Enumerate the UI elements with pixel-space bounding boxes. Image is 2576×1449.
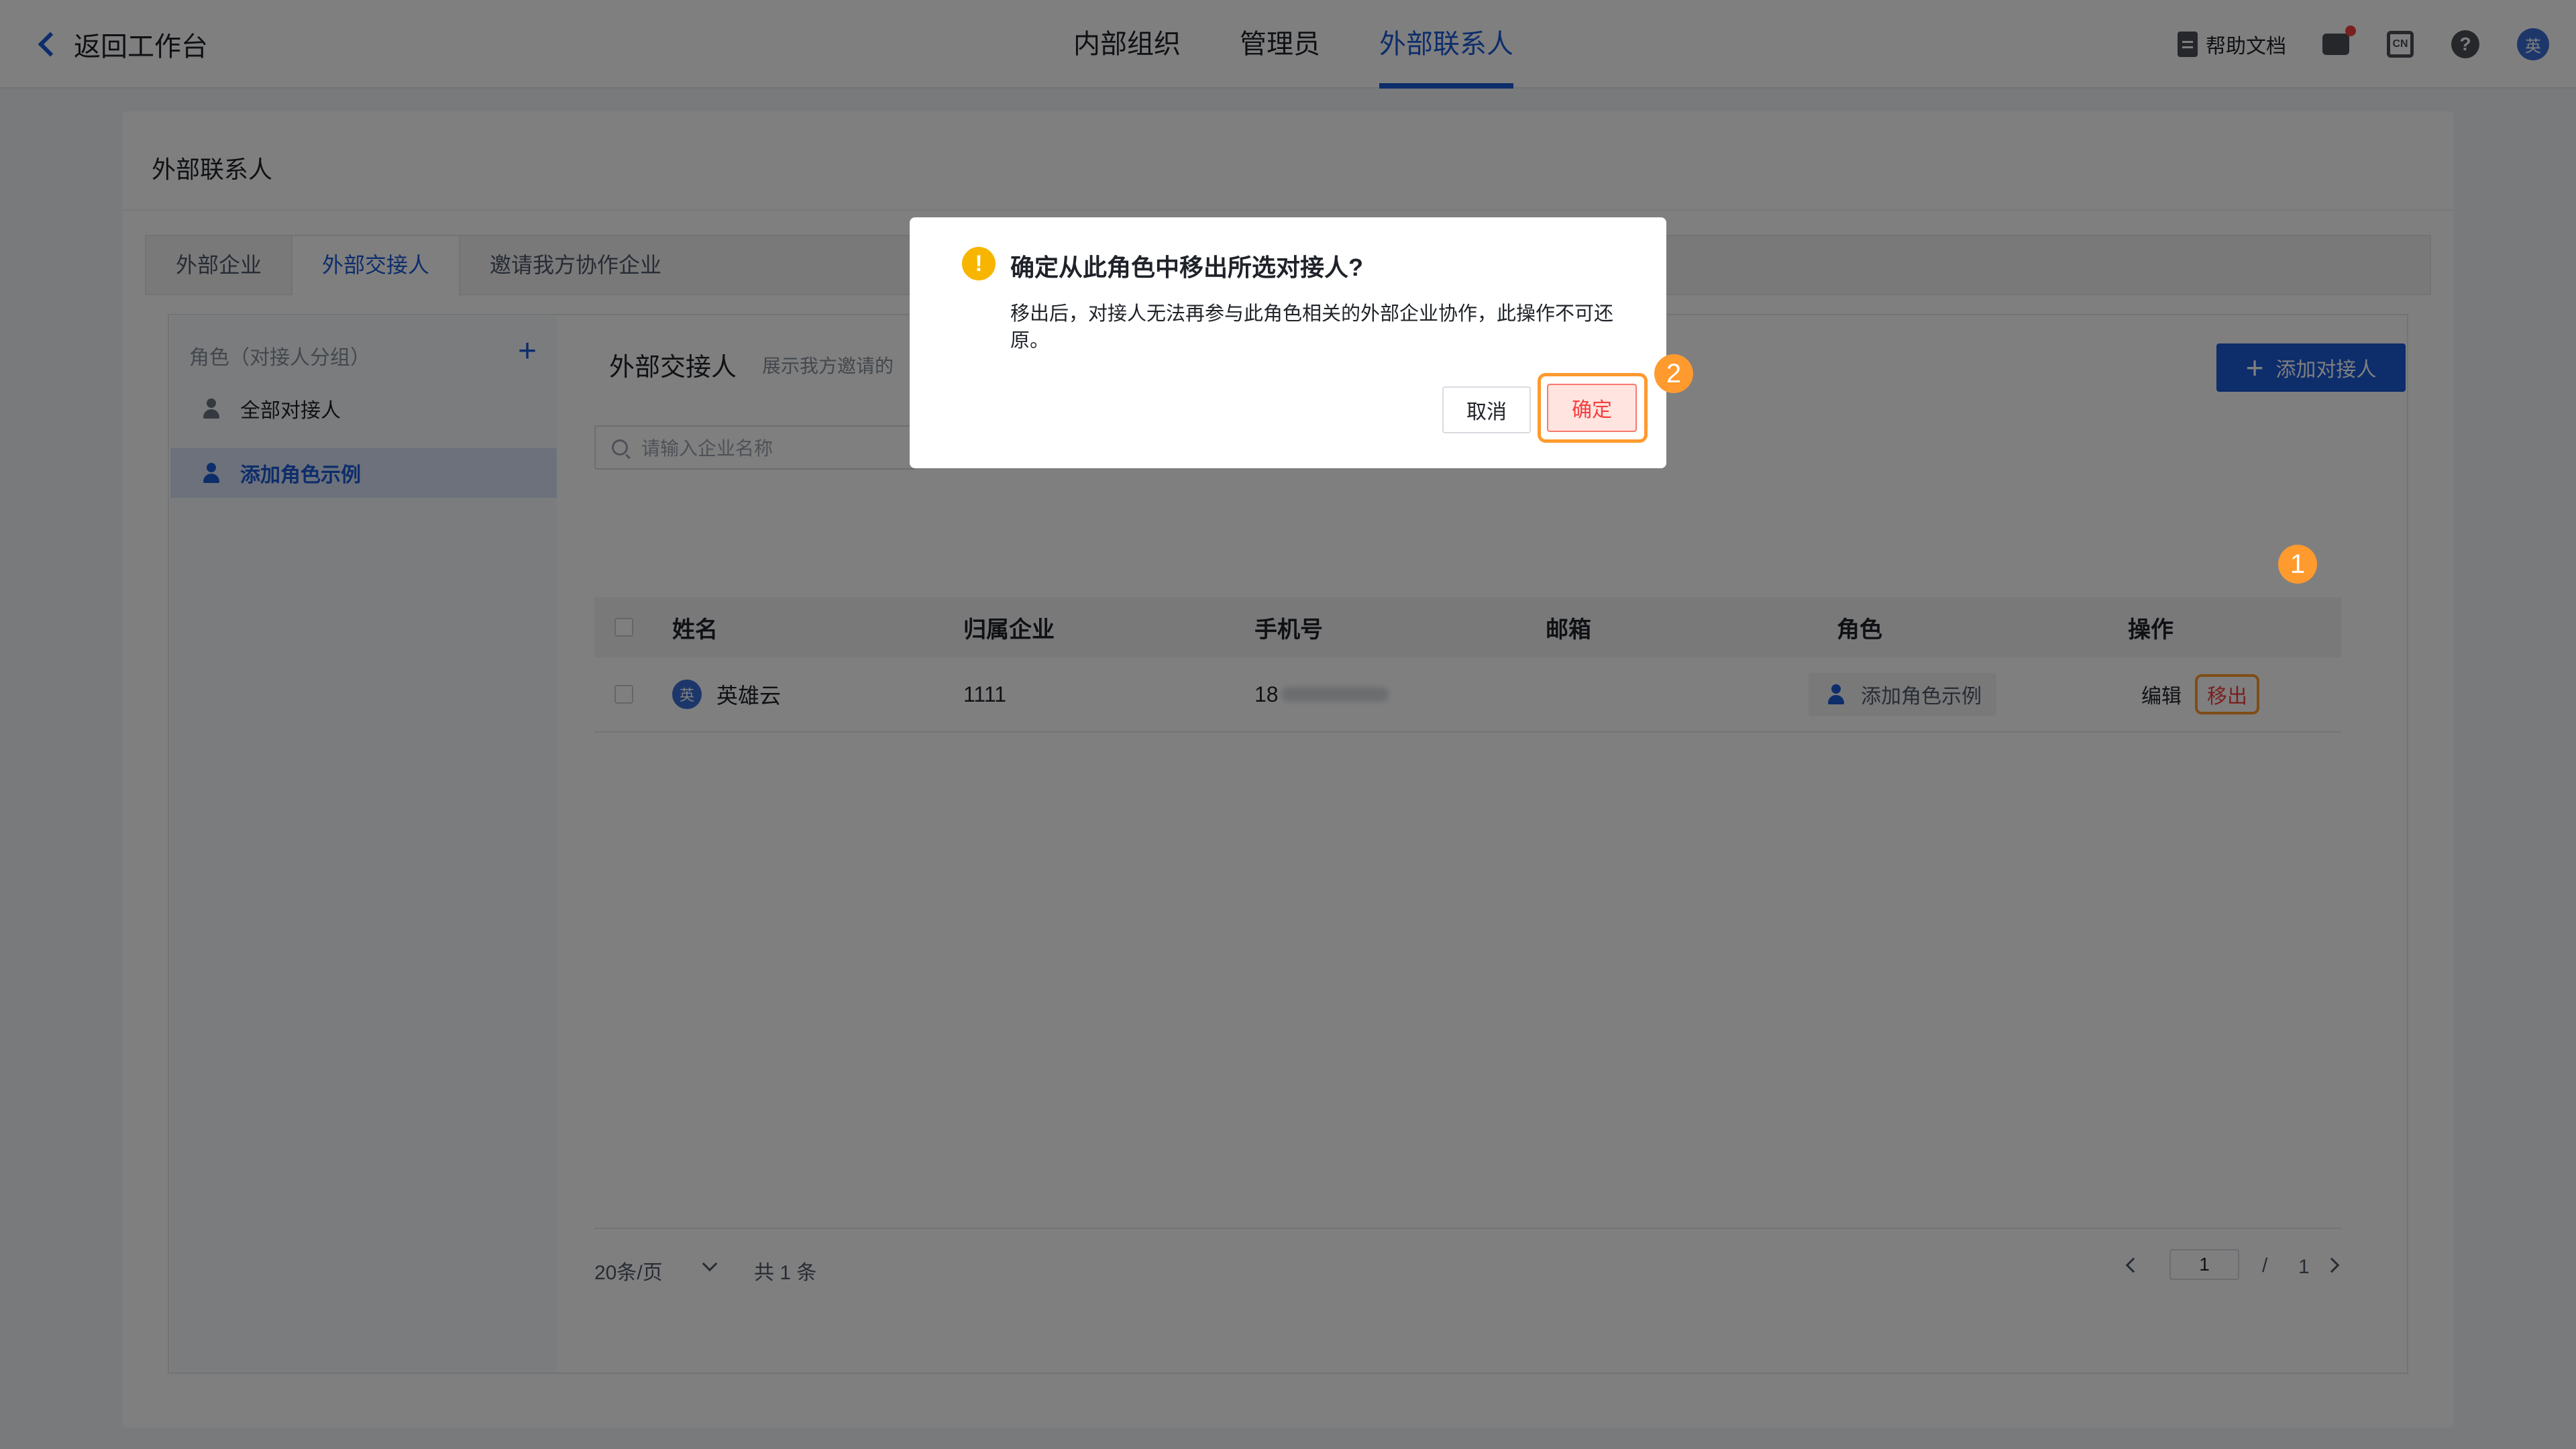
confirm-button[interactable]: 确定 — [1547, 384, 1637, 432]
dialog-title: 确定从此角色中移出所选对接人? — [1010, 254, 1363, 281]
confirm-remove-dialog: ! 确定从此角色中移出所选对接人? 移出后，对接人无法再参与此角色相关的外部企业… — [910, 217, 1666, 468]
dialog-message: 移出后，对接人无法再参与此角色相关的外部企业协作，此操作不可还原。 — [1010, 303, 1614, 352]
warning-icon: ! — [962, 247, 996, 280]
step-badge-1: 1 — [2278, 545, 2317, 584]
cancel-button[interactable]: 取消 — [1442, 386, 1531, 433]
step-badge-2: 2 — [1654, 354, 1693, 393]
